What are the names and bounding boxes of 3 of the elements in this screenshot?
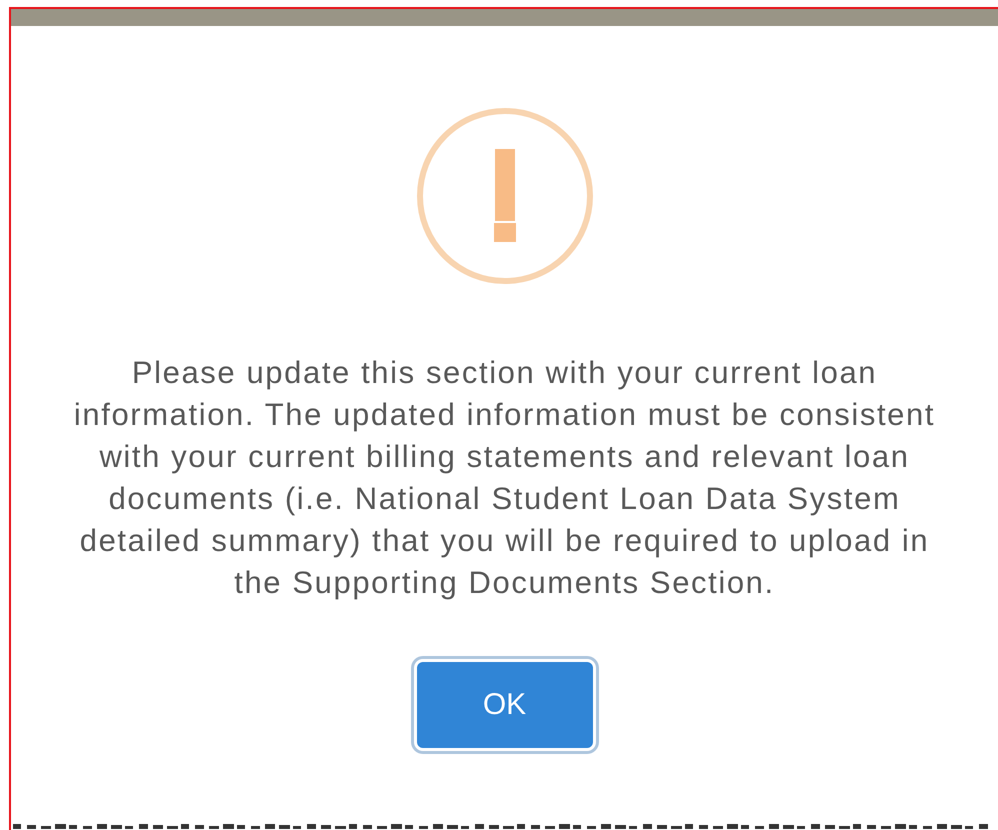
ok-button[interactable]: OK <box>416 662 592 748</box>
dialog-message: Please update this section with your current loan information. The updated information must be consistent with your current billing statements and relevant loan documents (i.e. National Student Loan Data System detailed summary) that you will be required to upload in the Supporting Documents Section. <box>72 354 936 602</box>
warning-icon <box>414 106 594 286</box>
